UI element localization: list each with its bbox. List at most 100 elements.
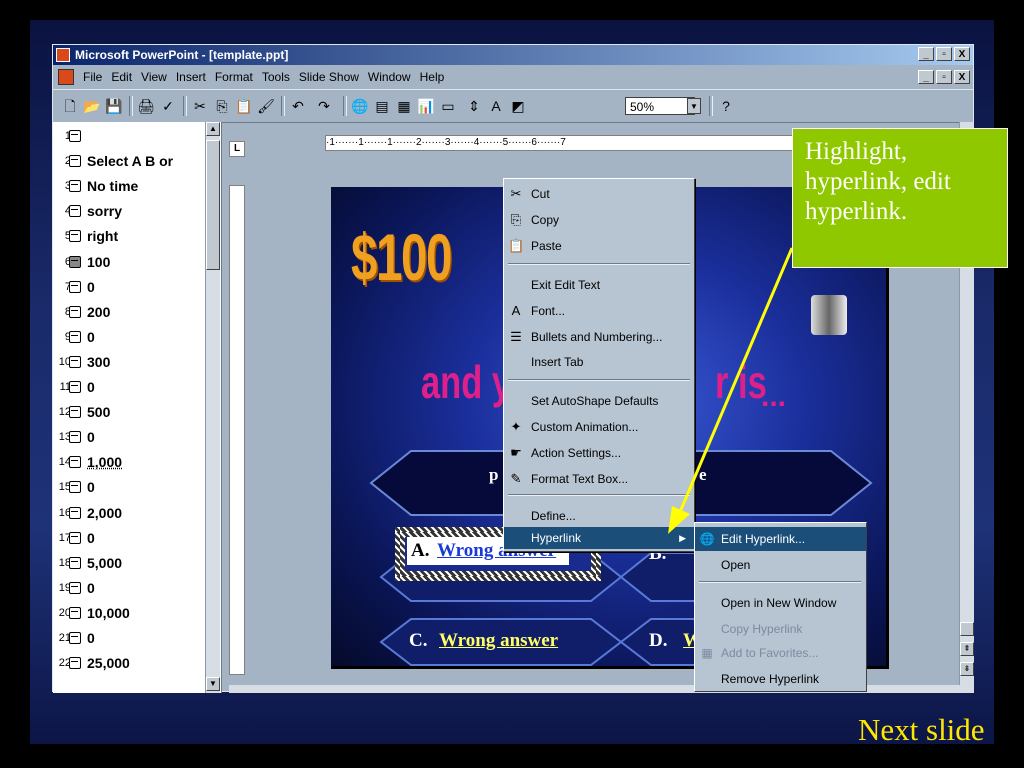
grayscale-icon[interactable]: ◩ [509,97,527,115]
submenu-item-label: Add to Favorites... [721,646,819,660]
custom-animation-icon: ✦ [510,419,522,434]
doc-restore-button[interactable]: ▫ [936,70,952,84]
outline-scrollbar[interactable]: ▲ ▼ [205,122,220,693]
menu-window[interactable]: Window [368,66,411,88]
menu-item-insert-tab[interactable]: Insert Tab [504,351,694,373]
zoom-dropdown-icon[interactable]: ▼ [687,98,701,114]
menu-file[interactable]: File [83,66,102,88]
slide-title: right [87,228,119,245]
instruction-callout: Highlight, hyperlink, edit hyperlink. [792,128,1008,268]
copy-icon: ⎘ [510,212,522,227]
slide-icon [69,381,81,393]
previous-slide-icon[interactable]: ⇞ [960,642,974,656]
cut-icon[interactable]: ✂ [191,97,209,115]
exit-edit-text-icon [508,277,524,293]
insert-tab-icon [508,354,524,370]
answer-c-text[interactable]: Wrong answer [439,630,558,651]
submenu-item-open-in-new-window[interactable]: Open in New Window [695,591,866,615]
vertical-ruler[interactable] [229,185,245,675]
submenu-item-open[interactable]: Open [695,553,866,577]
submenu-item-copy-hyperlink[interactable]: Copy Hyperlink [695,617,866,641]
next-slide-icon[interactable]: ⇟ [960,662,974,676]
save-icon[interactable]: 💾 [105,97,123,115]
help-icon[interactable]: ? [717,97,735,115]
scroll-down-icon[interactable]: ▼ [206,677,220,691]
slide-icon [69,355,81,368]
submenu-item-label: Copy Hyperlink [721,622,803,636]
outline-pane[interactable]: 1 2 Select A B or 3 No time 4 sorry 5 right 6 100 7… [53,122,222,693]
next-slide-link[interactable]: Next slide [858,712,985,748]
menu-item-bullets-numbering[interactable]: ☰ Bullets and Numbering... [504,326,694,348]
paste-icon[interactable]: 📋 [235,97,253,115]
cut-icon: ✂ [510,186,522,201]
menu-item-define[interactable]: Define... [504,505,694,527]
document-icon[interactable] [58,69,74,85]
zoom-combo[interactable]: 50% [625,97,695,115]
insert-table-icon[interactable]: ▦ [395,97,413,115]
print-icon[interactable]: 🖨 [137,97,155,115]
menu-item-cut[interactable]: ✂ Cut [504,183,694,205]
submenu-item-label: Open [721,558,751,572]
expand-all-icon[interactable]: ⇕ [465,97,483,115]
slide-scroll-thumb[interactable] [960,622,974,636]
menu-edit[interactable]: Edit [111,66,132,88]
open-folder-icon[interactable]: 📂 [83,97,101,115]
answer-c-link[interactable]: Wrong answer [439,630,558,652]
submenu-item-remove-hyperlink[interactable]: Remove Hyperlink [695,667,866,691]
menu-view[interactable]: View [141,66,167,88]
open-icon [699,557,715,573]
slide-title: 0 [87,630,95,646]
redo-icon[interactable]: ↷ [315,97,333,115]
doc-minimize-button[interactable]: _ [918,70,934,84]
new-slide-icon[interactable]: ▭ [439,97,457,115]
submenu-item-edit-hyperlink[interactable]: 🌐 Edit Hyperlink... [695,527,866,551]
format-painter-icon[interactable]: 🖌 [257,97,275,115]
horizontal-ruler[interactable]: ·1·······1·······1·······2·······3······… [325,135,805,151]
copy-icon[interactable]: ⎘ [213,97,231,115]
tables-icon[interactable]: ▤ [373,97,391,115]
slide-icon [69,481,81,494]
menu-tools[interactable]: Tools [262,66,290,88]
new-document-icon[interactable]: 🗋 [61,97,79,115]
menu-item-label: Exit Edit Text [531,278,601,292]
slide-icon [69,456,81,469]
slide-title: 0 [87,479,95,496]
submenu-item-label: Edit Hyperlink... [721,532,806,546]
spelling-icon[interactable]: ✓ [159,97,177,115]
tab-selector[interactable]: L [229,141,245,157]
slide-title: No time [87,178,139,195]
menu-insert[interactable]: Insert [176,66,206,88]
menu-item-format-text-box[interactable]: ✎ Format Text Box... [504,468,694,490]
question-text-right: e [699,465,707,484]
doc-close-button[interactable]: X [954,70,970,84]
menu-help[interactable]: Help [420,66,445,88]
scroll-up-icon[interactable]: ▲ [206,122,220,136]
slide-icon [69,280,81,293]
menu-item-set-autoshape-defaults[interactable]: Set AutoShape Defaults [504,390,694,412]
bullets-numbering-icon: ☰ [510,329,522,344]
minimize-button[interactable]: _ [918,47,934,61]
menu-format[interactable]: Format [215,66,253,88]
menu-item-font[interactable]: A Font... [504,300,694,322]
slide-title: 0 [87,328,95,345]
menu-slide-show[interactable]: Slide Show [299,66,359,88]
outline-scroll-thumb[interactable] [206,140,220,270]
submenu-item-add-to-favorites[interactable]: ▦ Add to Favorites... [695,641,866,665]
undo-icon[interactable]: ↶ [289,97,307,115]
menu-item-paste[interactable]: 📋 Paste [504,235,694,257]
menu-item-exit-edit-text[interactable]: Exit Edit Text [504,274,694,296]
insert-hyperlink-icon[interactable]: 🌐 [351,97,369,115]
restore-button[interactable]: ▫ [936,47,952,61]
show-formatting-icon[interactable]: A [487,97,505,115]
menu-item-action-settings[interactable]: ☛ Action Settings... [504,442,694,464]
menu-item-copy[interactable]: ⎘ Copy [504,209,694,231]
remove-hyperlink-icon [699,671,715,687]
close-button[interactable]: X [954,47,970,61]
open-in-new-window-icon [699,595,715,611]
slide-title: 10,000 [87,604,130,621]
menu-item-custom-animation[interactable]: ✦ Custom Animation... [504,416,694,438]
slide-title: 0 [87,278,95,295]
insert-chart-icon[interactable]: 📊 [417,97,435,115]
menu-item-hyperlink[interactable]: Hyperlink ▶ [504,527,694,549]
slide-icon [69,431,81,444]
